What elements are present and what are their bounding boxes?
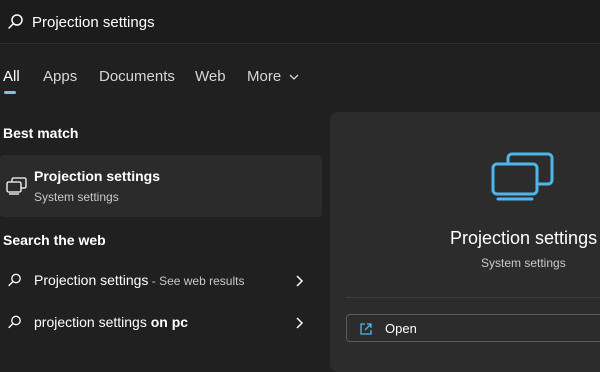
preview-subtitle: System settings — [481, 256, 566, 270]
search-icon — [8, 273, 21, 287]
tab-web[interactable]: Web — [195, 68, 226, 85]
web-result-text: Projection settings - See web results — [34, 272, 244, 288]
web-result-row[interactable]: projection settings on pc — [0, 304, 322, 342]
search-bar[interactable]: Projection settings — [0, 0, 600, 44]
tab-apps[interactable]: Apps — [43, 68, 77, 85]
tab-all[interactable]: All — [3, 68, 20, 85]
search-web-heading: Search the web — [3, 232, 106, 248]
tab-documents[interactable]: Documents — [99, 68, 175, 85]
preview-panel: Projection settings System settings Open — [330, 112, 600, 372]
open-button-label: Open — [385, 321, 417, 336]
search-icon — [8, 315, 21, 329]
search-input[interactable]: Projection settings — [32, 14, 155, 31]
projection-icon — [6, 177, 27, 195]
open-button[interactable]: Open — [346, 314, 600, 342]
chevron-right-icon — [296, 317, 304, 329]
chevron-down-icon — [289, 74, 299, 80]
web-result-text: projection settings on pc — [34, 314, 188, 330]
chevron-right-icon — [296, 275, 304, 287]
web-result-query: projection settings — [34, 314, 151, 330]
preview-title: Projection settings — [450, 228, 598, 248]
active-tab-indicator — [4, 91, 16, 94]
open-external-icon — [360, 323, 372, 335]
tab-more-label: More — [247, 68, 282, 85]
best-match-result[interactable]: Projection settings System settings — [0, 155, 322, 217]
tab-more[interactable]: More — [247, 68, 299, 85]
divider — [346, 297, 600, 298]
filter-tabs: All Apps Documents Web More — [0, 60, 330, 96]
search-icon — [8, 14, 23, 29]
best-match-heading: Best match — [3, 125, 79, 141]
best-match-title: Projection settings — [34, 168, 161, 184]
web-result-row[interactable]: Projection settings - See web results — [0, 262, 322, 300]
best-match-subtitle: System settings — [34, 190, 119, 204]
web-result-query: Projection settings — [34, 272, 149, 288]
projection-icon — [491, 152, 554, 201]
web-result-bold: on pc — [150, 314, 189, 330]
web-result-suffix: - See web results — [148, 274, 245, 288]
